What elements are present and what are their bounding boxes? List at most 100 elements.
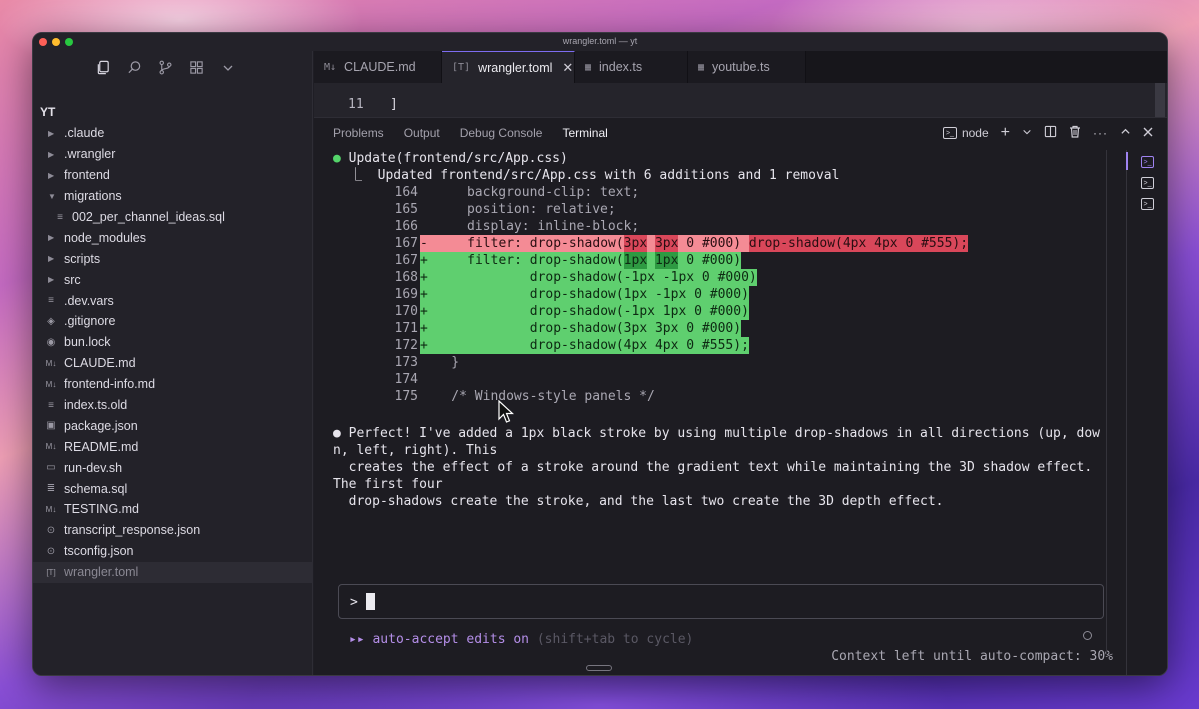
diff-sign: + — [420, 286, 436, 303]
split-terminal-icon[interactable] — [1044, 125, 1057, 141]
tree-item[interactable]: ▣ package.json — [33, 415, 313, 436]
tree-item[interactable]: ≡ index.ts.old — [33, 395, 313, 416]
tree-item[interactable]: ▶ src — [33, 269, 313, 290]
files-icon[interactable] — [95, 59, 112, 76]
tree-item[interactable]: ▶ scripts — [33, 248, 313, 269]
tab-label: youtube.ts — [712, 60, 770, 74]
tree-item[interactable]: ≡ .dev.vars — [33, 290, 313, 311]
tree-item[interactable]: M↓ frontend-info.md — [33, 374, 313, 395]
tree-item[interactable]: ⊙ tsconfig.json — [33, 541, 313, 562]
terminal-icon[interactable]: >_ — [1141, 198, 1154, 210]
update-summary: ⎿ Updated frontend/src/App.css with 6 ad… — [349, 168, 840, 183]
tab-index-ts[interactable]: ▦ index.ts — [575, 51, 688, 83]
tab-youtube-ts[interactable]: ▦ youtube.ts — [688, 51, 806, 83]
tree-item[interactable]: ≣ schema.sql — [33, 478, 313, 499]
diff-code: drop-shadow(4px 4px 0 #555); — [435, 337, 749, 354]
settings-icon: ⊙ — [46, 524, 56, 536]
tab-debug-console[interactable]: Debug Console — [460, 126, 543, 140]
terminal-icon[interactable]: >_ — [1141, 156, 1154, 168]
diff-added-line: 167 + filter: drop-shadow(1px 1px 0 #000) — [388, 252, 742, 269]
diff-sign: + — [420, 303, 436, 320]
settings-icon: ⊙ — [46, 545, 56, 557]
tree-item[interactable]: ◈ .gitignore — [33, 311, 313, 332]
tree-item-label: scripts — [64, 251, 101, 266]
diff-context-line: 164 background-clip: text; — [388, 184, 640, 201]
diff-code: position: relative; — [435, 202, 616, 217]
diff-segment — [647, 235, 655, 252]
more-icon[interactable]: ··· — [1093, 126, 1108, 140]
terminal-scrollbar[interactable] — [1106, 150, 1107, 655]
file-type-icon: [T] — [452, 62, 471, 73]
tree-item-label: index.ts.old — [64, 398, 128, 413]
diff-line-number: 171 — [394, 321, 418, 336]
chevron-down-icon[interactable] — [1022, 126, 1032, 140]
diff-line-number: 168 — [394, 270, 418, 285]
diff-line-number: 167 — [394, 236, 418, 251]
new-terminal-icon[interactable]: + — [1001, 124, 1010, 142]
extensions-icon[interactable] — [188, 59, 205, 76]
diff-segment: drop-shadow(4px 4px 0 #555); — [748, 235, 969, 252]
editor-pane[interactable]: 11 ] — [314, 83, 1167, 117]
diff-code: } — [435, 355, 460, 370]
tree-item[interactable]: ▶ .claude — [33, 123, 313, 144]
tab-problems[interactable]: Problems — [333, 126, 384, 140]
title-bar: wrangler.toml — yt — [33, 33, 1167, 51]
tree-item[interactable]: ▼ migrations — [33, 186, 313, 207]
diff-line-number: 166 — [394, 219, 418, 234]
editor-scrollbar[interactable] — [1155, 83, 1165, 117]
tree-item-label: node_modules — [64, 230, 147, 245]
panel-actions: >_ node + ··· — [942, 124, 1153, 142]
panel-tabs: Problems Output Debug Console Terminal — [333, 126, 608, 140]
terminal-icon[interactable]: >_ — [1141, 177, 1154, 189]
tree-item[interactable]: ▶ node_modules — [33, 227, 313, 248]
terminal-icon: >_ — [942, 127, 957, 139]
tree-item[interactable]: ≡ 002_per_channel_ideas.sql — [33, 207, 313, 228]
tree-item-label: .wrangler — [64, 147, 116, 162]
tree-item[interactable]: ◉ bun.lock — [33, 332, 313, 353]
diff-added-line: 168 + drop-shadow(-1px -1px 0 #000) — [388, 269, 757, 286]
diff-context-line: 166 display: inline-block; — [388, 218, 640, 235]
terminal-icon: ▭ — [46, 462, 56, 474]
prompt-input[interactable]: > — [338, 584, 1104, 619]
tree-item[interactable]: M↓ CLAUDE.md — [33, 353, 313, 374]
tab-terminal[interactable]: Terminal — [562, 126, 607, 140]
tree-item[interactable]: M↓ TESTING.md — [33, 499, 313, 520]
tree-item[interactable]: [T] wrangler.toml — [33, 561, 313, 583]
package-icon: ▣ — [46, 420, 56, 432]
markdown-icon: M↓ — [45, 504, 57, 514]
terminal-output[interactable]: ● Update(frontend/src/App.css) ⎿ Updated… — [333, 150, 1113, 675]
tree-item-label: run-dev.sh — [64, 460, 123, 475]
source-control-icon[interactable] — [157, 59, 174, 76]
tab-wrangler-toml[interactable]: [T] wrangler.toml ✕ — [442, 51, 575, 83]
panel-resize-handle[interactable] — [586, 665, 612, 671]
close-tab-icon[interactable]: ✕ — [562, 60, 573, 76]
close-panel-icon[interactable] — [1143, 126, 1153, 140]
workspace-root[interactable]: YT — [40, 105, 55, 119]
tab-output[interactable]: Output — [404, 126, 440, 140]
diff-segment: 0 #000) — [678, 252, 742, 269]
code-line: ] — [390, 97, 398, 112]
search-icon[interactable] — [126, 59, 143, 76]
trash-icon[interactable] — [1069, 125, 1081, 141]
mouse-cursor-icon — [498, 400, 514, 423]
markdown-icon: M↓ — [45, 442, 57, 452]
chevron-up-icon[interactable] — [1120, 126, 1131, 140]
tree-item-label: .gitignore — [64, 314, 116, 329]
chevron-right-icon: ▶ — [48, 233, 55, 243]
chevron-down-icon[interactable] — [219, 59, 236, 76]
tree-item-label: package.json — [64, 418, 138, 433]
tab-claude-md[interactable]: M↓ CLAUDE.md — [314, 51, 442, 83]
tree-item[interactable]: ⊙ transcript_response.json — [33, 520, 313, 541]
terminal-selector[interactable]: >_ node — [942, 126, 989, 140]
diff-code: drop-shadow(-1px -1px 0 #000) — [435, 269, 757, 286]
tree-item[interactable]: ▶ .wrangler — [33, 144, 313, 165]
tree-item-label: frontend-info.md — [64, 377, 156, 392]
tree-item-label: CLAUDE.md — [64, 356, 136, 371]
tree-item[interactable]: M↓ README.md — [33, 436, 313, 457]
tree-item[interactable]: ▭ run-dev.sh — [33, 457, 313, 478]
prompt-symbol: > — [350, 595, 358, 610]
tree-item[interactable]: ▶ frontend — [33, 165, 313, 186]
tree-item-label: README.md — [64, 439, 139, 454]
bun-icon: ◉ — [46, 336, 56, 348]
markdown-icon: M↓ — [45, 379, 57, 389]
